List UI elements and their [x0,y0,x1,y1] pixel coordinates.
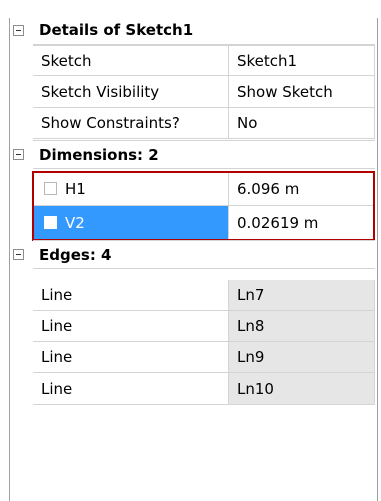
collapse-dimensions-icon[interactable] [13,149,24,160]
property-row-show-constraints[interactable]: Show Constraints? No [33,108,375,139]
property-label: Sketch [33,45,229,76]
edge-row[interactable]: Line Ln9 [33,342,375,373]
edge-name: Ln8 [229,311,375,342]
dimension-value[interactable]: 6.096 m [229,172,375,206]
dimension-checkbox[interactable] [44,216,57,229]
property-value[interactable]: Sketch1 [229,45,375,76]
property-label: Show Constraints? [33,108,229,139]
dimension-label-cell: H1 [33,172,229,206]
dimension-label: V2 [65,213,85,232]
edge-row[interactable]: Line Ln10 [33,373,375,405]
details-panel: Details of Sketch1 Sketch Sketch1 Sketch… [0,0,381,501]
edge-type: Line [33,373,229,405]
property-value[interactable]: No [229,108,375,139]
dimension-value[interactable]: 0.02619 m [229,206,375,240]
dimension-row-v2[interactable]: V2 0.02619 m [33,206,375,240]
property-value[interactable]: Show Sketch [229,76,375,108]
property-row-sketch[interactable]: Sketch Sketch1 [33,45,375,76]
panel-left-border [9,18,10,501]
dimension-row-h1[interactable]: H1 6.096 m [33,172,375,206]
edge-row[interactable]: Line Ln7 [33,280,375,311]
group-header-dimensions[interactable]: Dimensions: 2 [33,140,375,169]
edge-row[interactable]: Line Ln8 [33,311,375,342]
dimension-label: H1 [65,179,86,198]
group-header-edges[interactable]: Edges: 4 [33,240,375,269]
dimension-checkbox[interactable] [44,182,57,195]
edge-name: Ln9 [229,342,375,373]
edge-type: Line [33,342,229,373]
dimension-label-cell: V2 [33,206,229,240]
collapse-edges-icon[interactable] [13,249,24,260]
edge-type: Line [33,280,229,311]
edge-name: Ln10 [229,373,375,405]
property-row-sketch-visibility[interactable]: Sketch Visibility Show Sketch [33,76,375,108]
collapse-details-icon[interactable] [13,25,24,36]
property-label: Sketch Visibility [33,76,229,108]
group-header-details[interactable]: Details of Sketch1 [33,16,375,45]
edge-type: Line [33,311,229,342]
panel-right-border [377,18,378,501]
edge-name: Ln7 [229,280,375,311]
